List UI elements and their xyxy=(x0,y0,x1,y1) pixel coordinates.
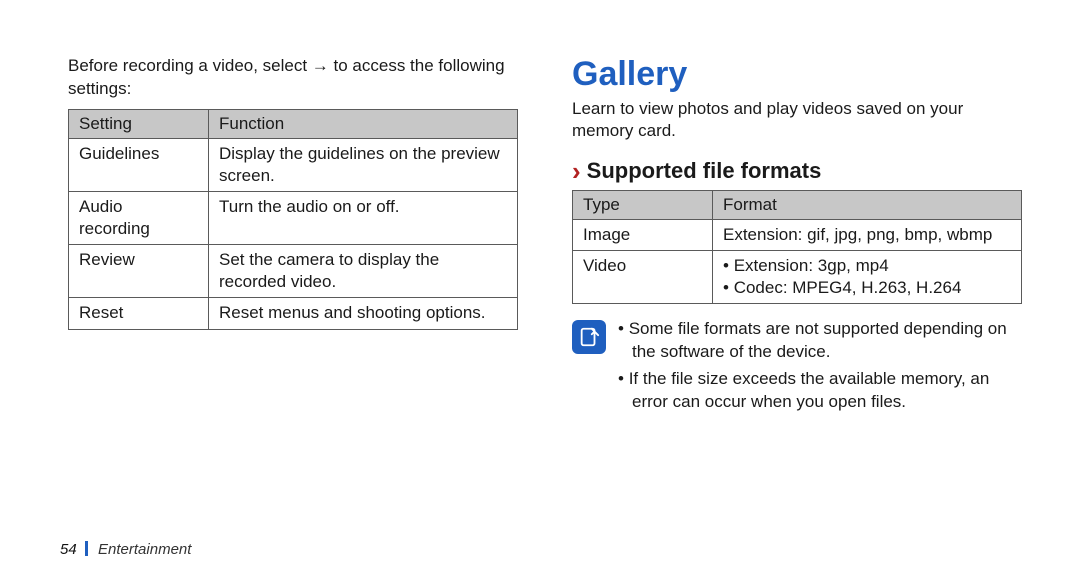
settings-table: Setting Function Guidelines Display the … xyxy=(68,109,518,330)
footer-divider-icon xyxy=(85,541,88,556)
note-list: Some file formats are not supported depe… xyxy=(618,318,1022,418)
left-lead-text: Before recording a video, select → to ac… xyxy=(68,55,518,101)
page-number: 54 xyxy=(60,541,77,558)
formats-table: Type Format Image Extension: gif, jpg, p… xyxy=(572,190,1022,304)
formats-th-type: Type xyxy=(573,191,713,220)
list-item: If the file size exceeds the available m… xyxy=(618,368,1022,414)
footer-section: Entertainment xyxy=(98,541,191,558)
video-format-list: Extension: 3gp, mp4 Codec: MPEG4, H.263,… xyxy=(723,255,1011,299)
list-item: Codec: MPEG4, H.263, H.264 xyxy=(723,277,1011,299)
table-row: Guidelines Display the guidelines on the… xyxy=(69,138,518,191)
settings-th-setting: Setting xyxy=(69,109,209,138)
table-row: Review Set the camera to display the rec… xyxy=(69,245,518,298)
table-row: Audio recording Turn the audio on or off… xyxy=(69,192,518,245)
list-item: Some file formats are not supported depe… xyxy=(618,318,1022,364)
formats-th-format: Format xyxy=(713,191,1022,220)
section-heading: Supported file formats xyxy=(587,158,822,184)
list-item: Extension: 3gp, mp4 xyxy=(723,255,1011,277)
table-header-row: Setting Function xyxy=(69,109,518,138)
settings-th-function: Function xyxy=(209,109,518,138)
page-footer: 54 Entertainment xyxy=(60,541,191,558)
table-header-row: Type Format xyxy=(573,191,1022,220)
gallery-subtitle: Learn to view photos and play videos sav… xyxy=(572,98,1022,142)
gallery-heading: Gallery xyxy=(572,55,1022,94)
right-column: Gallery Learn to view photos and play vi… xyxy=(572,55,1022,418)
table-row: Reset Reset menus and shooting options. xyxy=(69,298,518,329)
note-icon xyxy=(572,320,606,354)
table-row: Video Extension: 3gp, mp4 Codec: MPEG4, … xyxy=(573,251,1022,304)
page: Before recording a video, select → to ac… xyxy=(0,0,1080,586)
chevron-right-icon: › xyxy=(572,158,581,184)
table-row: Image Extension: gif, jpg, png, bmp, wbm… xyxy=(573,220,1022,251)
section-heading-wrap: › Supported file formats xyxy=(572,158,1022,184)
left-column: Before recording a video, select → to ac… xyxy=(68,55,518,418)
note-block: Some file formats are not supported depe… xyxy=(572,318,1022,418)
